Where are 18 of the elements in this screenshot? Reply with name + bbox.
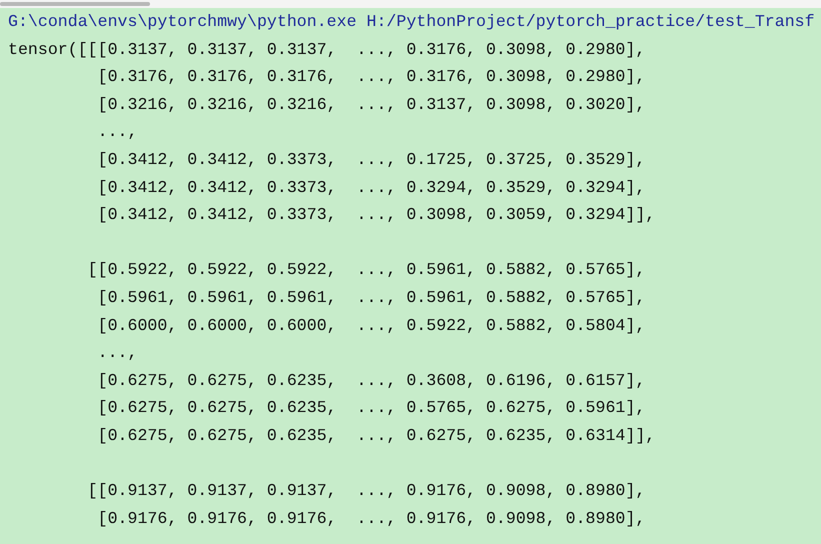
command-line: G:\conda\envs\pytorchmwy\python.exe H:/PythonProject/pytorch_practice/test_Transf xyxy=(8,12,815,31)
output-line: [[0.9137, 0.9137, 0.9137, ..., 0.9176, 0.9098, 0.8980], xyxy=(86,481,646,500)
output-line: [0.3176, 0.3176, 0.3176, ..., 0.3176, 0.3098, 0.2980], xyxy=(96,67,646,86)
output-line: tensor([[[0.3137, 0.3137, 0.3137, ..., 0.3176, 0.3098, 0.2980], xyxy=(8,40,646,59)
output-line: [[0.5922, 0.5922, 0.5922, ..., 0.5961, 0.5882, 0.5765], xyxy=(86,260,646,280)
output-line: [0.5961, 0.5961, 0.5961, ..., 0.5961, 0.5882, 0.5765], xyxy=(96,288,646,307)
output-line: [0.3216, 0.3216, 0.3216, ..., 0.3137, 0.3098, 0.3020], xyxy=(96,94,646,114)
output-line: [0.6275, 0.6275, 0.6235, ..., 0.6275, 0.6235, 0.6314]], xyxy=(96,426,656,445)
output-line: [0.9176, 0.9176, 0.9176, ..., 0.9176, 0.9098, 0.8980], xyxy=(96,508,646,528)
output-line: [0.6275, 0.6275, 0.6235, ..., 0.5765, 0.6275, 0.5961], xyxy=(96,398,646,418)
output-line: ..., xyxy=(96,122,138,142)
scrollbar-thumb[interactable] xyxy=(0,2,150,6)
output-line: [0.3412, 0.3412, 0.3373, ..., 0.3294, 0.3529, 0.3294], xyxy=(96,178,646,197)
output-line: [0.3412, 0.3412, 0.3373, ..., 0.1725, 0.3725, 0.3529], xyxy=(96,150,646,169)
output-line: ..., xyxy=(96,343,138,362)
output-line: [0.3412, 0.3412, 0.3373, ..., 0.3098, 0.3059, 0.3294]], xyxy=(96,205,656,224)
output-line: [0.6275, 0.6275, 0.6235, ..., 0.3608, 0.6196, 0.6157], xyxy=(96,370,646,390)
output-line: [0.6000, 0.6000, 0.6000, ..., 0.5922, 0.5882, 0.5804], xyxy=(96,316,646,335)
